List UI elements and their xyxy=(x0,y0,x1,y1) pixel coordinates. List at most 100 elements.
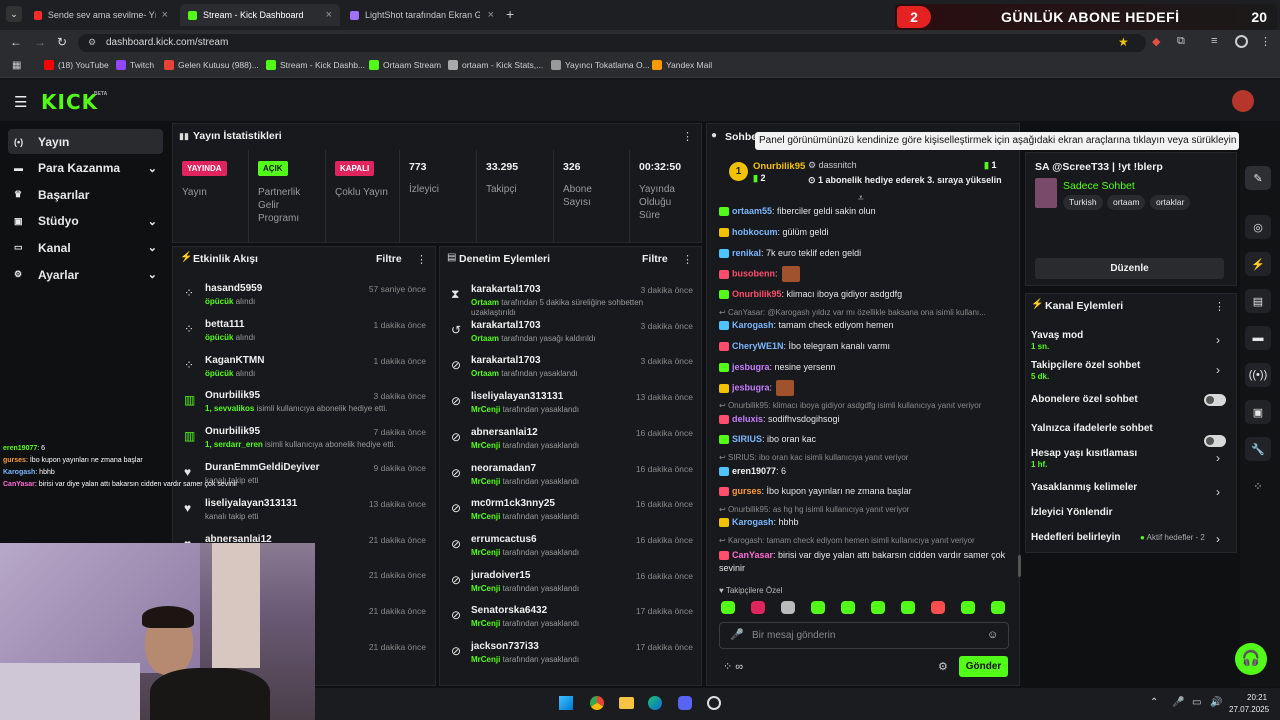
emote-icon[interactable] xyxy=(931,601,945,614)
moderation-row[interactable]: ⊘ errumcactus6 16 dakika önce MrCenji taraf… xyxy=(445,533,697,567)
activity-filter-button[interactable]: Filtre xyxy=(376,253,402,265)
chat-scrollbar[interactable] xyxy=(1018,555,1021,577)
activity-row[interactable]: ♥ DuranEmmGeldiDeyiver 9 dakika önce kanalı… xyxy=(178,461,430,495)
clock-time[interactable]: 20:21 xyxy=(1247,693,1267,702)
sidebar-item-5[interactable]: ⚙ Ayarlar ⌄ xyxy=(8,262,163,287)
toggle-switch[interactable] xyxy=(1204,435,1226,447)
activity-row[interactable]: ⁘ betta111 1 dakika önce öpücük alındı xyxy=(178,318,430,352)
back-icon[interactable]: ← xyxy=(10,35,22,49)
bookmark-item[interactable]: Stream - Kick Dashb... xyxy=(266,60,365,70)
chat-message[interactable]: ortaam55: fiberciler geldi sakin olun xyxy=(719,206,1011,217)
tray-network-icon[interactable]: ▭ xyxy=(1192,697,1201,708)
extension-icon[interactable]: ◆ xyxy=(1152,35,1160,48)
chat-username[interactable]: SIRIUS xyxy=(732,434,762,444)
edit-pencil-icon[interactable]: ✎ xyxy=(1245,166,1271,190)
chat-username[interactable]: jesbugra xyxy=(732,382,770,392)
channel-action-label[interactable]: Yasaklanmış kelimeler xyxy=(1031,482,1137,493)
chat-message[interactable]: CheryWE1N: İbo telegram kanalı varmı xyxy=(719,341,1011,352)
sidebar-item-1[interactable]: ▬ Para Kazanma ⌄ xyxy=(8,156,163,181)
bookmark-item[interactable]: Yandex Mail xyxy=(652,60,712,70)
browser-tab[interactable]: LightShot tarafından Ekran Gö × xyxy=(342,4,502,26)
activity-row[interactable]: ⁘ KaganKTMN 1 dakika önce öpücük alındı xyxy=(178,354,430,388)
chat-message[interactable]: Karogash: hbhb xyxy=(719,517,1011,528)
moderation-filter-button[interactable]: Filtre xyxy=(642,253,668,265)
chat-username[interactable]: deluxis xyxy=(732,414,763,424)
tab-list-button[interactable]: ⌄ xyxy=(6,6,22,22)
chat-message[interactable]: gurses: İbo kupon yayınları ne zmana baş… xyxy=(719,486,1011,497)
discord-icon[interactable] xyxy=(678,696,692,710)
activity-menu-icon[interactable]: ⋮ xyxy=(416,253,427,266)
emote-icon[interactable] xyxy=(751,601,765,614)
group-tool-icon[interactable]: ⁘ xyxy=(1245,474,1271,498)
clock-date[interactable]: 27.07.2025 xyxy=(1229,705,1269,714)
emote-icon[interactable] xyxy=(961,601,975,614)
chat-username[interactable]: hobkocum xyxy=(732,227,778,237)
active-goals[interactable]: ● Aktif hedefler - 2 xyxy=(1140,533,1205,542)
start-icon[interactable] xyxy=(559,696,573,710)
kick-logo[interactable]: KICK xyxy=(41,90,98,114)
apps-grid-icon[interactable]: ▦ xyxy=(12,60,21,71)
obs-icon[interactable] xyxy=(707,696,721,710)
channel-action-label[interactable]: İzleyici Yönlendir xyxy=(1031,507,1113,518)
browser-tab[interactable]: Stream - Kick Dashboard × xyxy=(180,4,340,26)
expand-icon[interactable]: ⩡ xyxy=(858,193,864,204)
bookmark-item[interactable]: Yayıncı Tokatlama O... xyxy=(551,60,650,70)
chat-message[interactable]: jesbugra: xyxy=(719,380,1011,396)
moderation-row[interactable]: ⊘ Senatorska6432 17 dakika önce MrCenji tar… xyxy=(445,604,697,638)
list-tool-icon[interactable]: ▤ xyxy=(1245,289,1271,313)
emote-icon[interactable] xyxy=(901,601,915,614)
activity-row[interactable]: ⁘ hasand5959 57 saniye önce öpücük alındı xyxy=(178,282,430,316)
emoji-icon[interactable]: ☺ xyxy=(987,629,998,641)
channel-actions-menu-icon[interactable]: ⋮ xyxy=(1214,300,1225,313)
browser-tab[interactable]: Sende sev ama sevilme- Yıldız × xyxy=(26,4,176,26)
moderation-row[interactable]: ⊘ neoramadan7 16 dakika önce MrCenji tarafı… xyxy=(445,462,697,496)
browser-menu-icon[interactable]: ⋮ xyxy=(1260,35,1271,48)
edit-button[interactable]: Düzenle xyxy=(1035,258,1224,279)
chat-username[interactable]: renikal xyxy=(732,248,761,258)
monitor-tool-icon[interactable]: ▣ xyxy=(1245,400,1271,424)
chat-username[interactable]: busobenn xyxy=(732,268,775,278)
chat-message[interactable]: jesbugra: nesine yersenn xyxy=(719,362,1011,373)
tray-chevron-icon[interactable]: ⌃ xyxy=(1150,697,1158,708)
bookmark-item[interactable]: Ortaam Stream xyxy=(369,60,441,70)
tab-close-icon[interactable]: × xyxy=(488,9,494,21)
bookmark-item[interactable]: ortaam - Kick Stats,... xyxy=(448,60,543,70)
chat-username[interactable]: ortaam55 xyxy=(732,206,772,216)
forward-icon[interactable]: → xyxy=(34,35,46,49)
chevron-right-icon[interactable]: › xyxy=(1216,333,1220,347)
chat-username[interactable]: Karogash xyxy=(732,517,774,527)
support-headset-icon[interactable]: 🎧 xyxy=(1235,643,1267,675)
hamburger-menu-icon[interactable]: ☰ xyxy=(14,93,27,111)
chat-username[interactable]: Onurbilik95 xyxy=(732,289,782,299)
stream-tag[interactable]: Turkish xyxy=(1063,195,1103,210)
profile-icon[interactable] xyxy=(1235,35,1248,48)
sidebar-item-3[interactable]: ▣ Stüdyo ⌄ xyxy=(8,209,163,234)
channel-action-label[interactable]: Hesap yaşı kısıtlaması xyxy=(1031,448,1137,459)
emote-icon[interactable] xyxy=(841,601,855,614)
chat-message[interactable]: eren19077: 6 xyxy=(719,466,1011,477)
bookmark-item[interactable]: Twitch xyxy=(116,60,154,70)
moderation-row[interactable]: ⊘ mc0rm1ck3nny25 16 dakika önce MrCenji tar… xyxy=(445,497,697,531)
lightning-tool-icon[interactable]: ⚡ xyxy=(1245,252,1271,276)
moderation-row[interactable]: ⊘ abnersanlai12 16 dakika önce MrCenji tara… xyxy=(445,426,697,460)
chat-message[interactable]: renikal: 7k euro teklif eden geldi xyxy=(719,248,1011,259)
tab-close-icon[interactable]: × xyxy=(162,9,168,21)
channel-action-label[interactable]: Abonelere özel sohbet xyxy=(1031,394,1138,405)
stats-menu-icon[interactable]: ⋮ xyxy=(682,130,693,143)
chat-username[interactable]: CanYasar xyxy=(732,550,773,560)
sidebar-item-2[interactable]: ♛ Başarılar xyxy=(8,182,163,207)
site-info-icon[interactable]: ⚙ xyxy=(88,37,96,48)
chat-message[interactable]: Onurbilik95: klimacı iboya gidiyor asdgd… xyxy=(719,289,1011,300)
chat-message[interactable]: SIRIUS: ibo oran kac xyxy=(719,434,1011,445)
emote-icon[interactable] xyxy=(871,601,885,614)
chat-username[interactable]: CheryWE1N xyxy=(732,341,784,351)
sidebar-item-4[interactable]: ▭ Kanal ⌄ xyxy=(8,235,163,260)
emote-icon[interactable] xyxy=(721,601,735,614)
sidebar-item-0[interactable]: (•) Yayın xyxy=(8,129,163,154)
moderation-menu-icon[interactable]: ⋮ xyxy=(682,253,693,266)
new-tab-button[interactable]: + xyxy=(506,6,514,22)
reading-list-icon[interactable]: ≡ xyxy=(1211,35,1217,47)
chat-username[interactable]: eren19077 xyxy=(732,466,776,476)
moderation-row[interactable]: ↺ karakartal1703 3 dakika önce Ortaam taraf… xyxy=(445,319,697,353)
broadcast-tool-icon[interactable]: ((•)) xyxy=(1245,363,1271,387)
